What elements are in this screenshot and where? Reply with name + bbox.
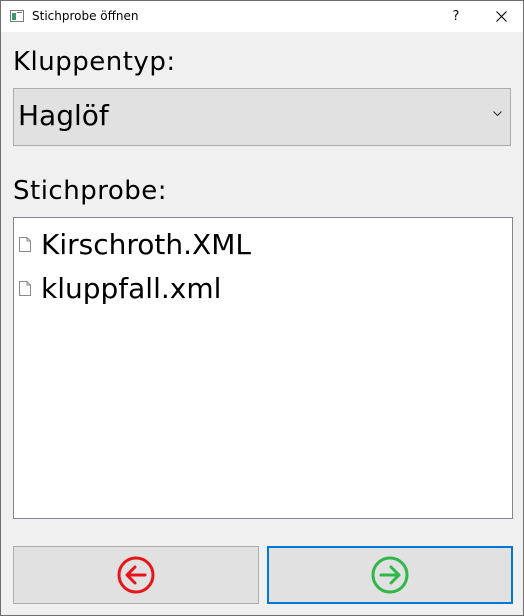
kluppentyp-selected-value: Haglöf (18, 99, 109, 132)
close-button[interactable] (483, 1, 519, 32)
title-bar: Stichprobe öffnen ? (1, 1, 523, 32)
chevron-down-icon (493, 111, 502, 117)
file-icon (19, 280, 31, 296)
file-name: Kirschroth.XML (41, 227, 251, 261)
file-name: kluppfall.xml (41, 271, 222, 305)
next-button[interactable] (267, 546, 513, 604)
help-button[interactable]: ? (438, 1, 474, 32)
window-title: Stichprobe öffnen (32, 9, 139, 23)
arrow-right-circle-icon (371, 556, 409, 594)
close-icon (495, 11, 507, 22)
back-button[interactable] (13, 546, 259, 604)
kluppentyp-select[interactable]: Haglöf (13, 88, 511, 146)
stichprobe-file-list[interactable]: Kirschroth.XML kluppfall.xml (13, 217, 513, 519)
app-icon (10, 10, 24, 22)
arrow-left-circle-icon (117, 556, 155, 594)
file-icon (19, 236, 31, 252)
list-item[interactable]: Kirschroth.XML (19, 224, 251, 264)
dialog-window: Stichprobe öffnen ? Kluppentyp: Haglöf S… (0, 0, 524, 616)
list-item[interactable]: kluppfall.xml (19, 268, 221, 308)
stichprobe-label: Stichprobe: (13, 176, 167, 206)
kluppentyp-label: Kluppentyp: (13, 47, 176, 77)
